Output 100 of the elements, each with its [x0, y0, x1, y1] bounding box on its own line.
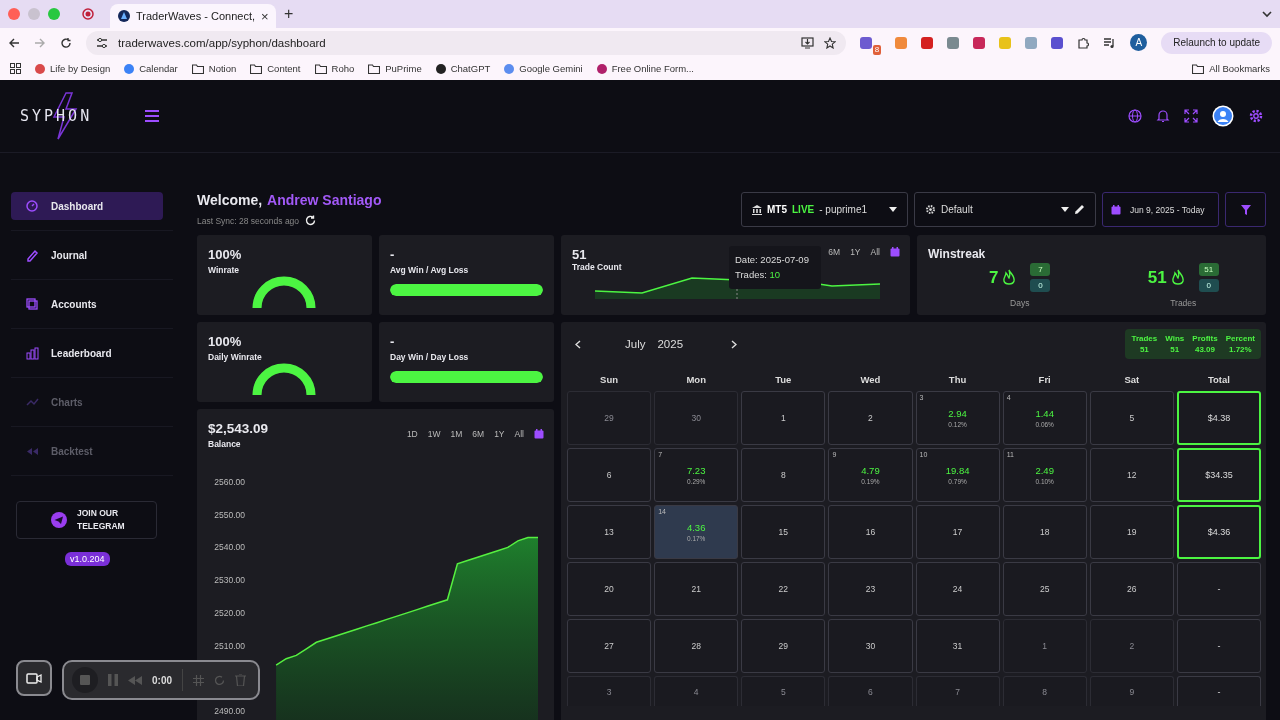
browser-tab[interactable]: TraderWaves - Connect, ×	[110, 4, 276, 28]
sidebar-item[interactable]: Accounts	[11, 290, 163, 318]
day-cell[interactable]: 3	[567, 676, 652, 706]
bookmark-link[interactable]: Free Online Form...	[596, 63, 694, 74]
day-cell[interactable]: 31	[915, 619, 1000, 673]
day-cell[interactable]: 21	[654, 562, 739, 616]
extension-icon[interactable]	[859, 36, 872, 49]
day-cell[interactable]: 6	[567, 448, 652, 502]
bookmark-link[interactable]: Notion	[191, 63, 237, 74]
bookmark-link[interactable]: PuPrime	[368, 63, 422, 74]
day-cell[interactable]: 5	[1089, 391, 1174, 445]
day-cell[interactable]: 20	[567, 562, 652, 616]
day-cell[interactable]: 8	[1002, 676, 1087, 706]
fullscreen-icon[interactable]	[1184, 109, 1198, 123]
day-cell[interactable]: 9	[1089, 676, 1174, 706]
day-cell[interactable]: 12	[1089, 448, 1174, 502]
day-cell[interactable]: 29	[741, 619, 826, 673]
refresh-icon[interactable]	[305, 215, 317, 226]
range-button[interactable]: 1D	[406, 429, 418, 439]
pencil-icon[interactable]	[1074, 204, 1085, 215]
tune-icon[interactable]	[96, 36, 108, 49]
settings-icon[interactable]	[1248, 108, 1264, 124]
day-profit: 4.79	[861, 465, 880, 476]
record-icon[interactable]	[82, 8, 94, 20]
day-cell[interactable]: 17	[915, 505, 1000, 559]
day-cell[interactable]: 23	[828, 562, 913, 616]
new-tab-button[interactable]: +	[284, 5, 294, 23]
day-cell[interactable]: 15	[741, 505, 826, 559]
calendar-icon[interactable]	[1111, 204, 1121, 215]
back-icon[interactable]	[8, 36, 20, 49]
bookmark-link[interactable]: Roho	[314, 63, 355, 74]
account-select[interactable]: MT5 LIVE - puprime1	[741, 192, 908, 227]
day-cell[interactable]: 6	[828, 676, 913, 706]
relaunch-button[interactable]: Relaunch to update	[1161, 31, 1272, 54]
bookmark-link[interactable]: Google Gemini	[504, 63, 583, 74]
range-button[interactable]: 1Y	[850, 247, 861, 257]
stat-label: Day Win / Day Loss	[390, 352, 469, 362]
day-cell[interactable]: 5	[741, 676, 826, 706]
media-icon[interactable]	[1103, 36, 1117, 49]
sidebar-item[interactable]: Leaderboard	[11, 339, 163, 367]
day-cell[interactable]: 8	[741, 448, 826, 502]
day-cell[interactable]: 2	[1089, 619, 1174, 673]
filter-button[interactable]	[1225, 192, 1266, 227]
day-cell[interactable]: 19	[1089, 505, 1174, 559]
day-cell[interactable]: 1	[741, 391, 826, 445]
calendar-icon[interactable]	[890, 247, 900, 257]
day-cell[interactable]: 25	[1002, 562, 1087, 616]
extension-icon[interactable]	[1051, 36, 1064, 49]
range-button[interactable]: 1M	[450, 429, 463, 439]
day-cell[interactable]: 4	[654, 676, 739, 706]
bookmark-link[interactable]: ChatGPT	[435, 63, 491, 74]
calendar-icon[interactable]	[534, 429, 544, 439]
day-cell[interactable]: 29	[567, 391, 652, 445]
extension-icon[interactable]	[921, 36, 934, 49]
range-button[interactable]: 1Y	[494, 429, 505, 439]
apps-grid-icon[interactable]	[10, 63, 21, 74]
profile-avatar[interactable]: A	[1130, 34, 1148, 51]
day-cell[interactable]: 13	[567, 505, 652, 559]
day-cell[interactable]: 7	[915, 676, 1000, 706]
day-cell[interactable]: 18	[1002, 505, 1087, 559]
extension-icon[interactable]	[947, 36, 960, 49]
chevron-down-icon[interactable]	[1262, 10, 1272, 18]
range-button[interactable]: All	[514, 429, 524, 439]
day-cell[interactable]: 26	[1089, 562, 1174, 616]
menu-icon[interactable]	[144, 109, 160, 123]
date-range-picker[interactable]: Jun 9, 2025 - Today	[1102, 192, 1219, 227]
telegram-button[interactable]: JOIN OUR TELEGRAM	[16, 501, 157, 539]
day-cell[interactable]: 30	[654, 391, 739, 445]
day-cell[interactable]: 22	[741, 562, 826, 616]
extension-icon[interactable]	[973, 36, 986, 49]
sidebar-item[interactable]: Dashboard	[11, 192, 163, 220]
bookmark-link[interactable]: Content	[250, 63, 301, 74]
address-bar[interactable]: traderwaves.com/app/syphon/dashboard	[86, 30, 846, 55]
range-button[interactable]: 6M	[472, 429, 485, 439]
day-cell[interactable]: 1	[1002, 619, 1087, 673]
day-cell[interactable]: 2	[828, 391, 913, 445]
install-icon[interactable]	[800, 36, 814, 49]
day-cell[interactable]: 28	[654, 619, 739, 673]
range-button[interactable]: 6M	[828, 247, 841, 257]
bookmark-link[interactable]: Calendar	[124, 63, 178, 74]
layout-select[interactable]: Default	[914, 192, 1096, 227]
camera-button[interactable]	[16, 660, 52, 696]
user-avatar-icon[interactable]	[1212, 105, 1234, 127]
all-bookmarks-link[interactable]: All Bookmarks	[1192, 63, 1270, 74]
day-cell[interactable]: 27	[567, 619, 652, 673]
restart-button[interactable]	[214, 674, 225, 686]
reload-icon[interactable]	[60, 36, 72, 49]
day-cell[interactable]: 24	[915, 562, 1000, 616]
day-cell[interactable]: 30	[828, 619, 913, 673]
sidebar-item[interactable]: Journal	[11, 241, 163, 269]
bookmark-link[interactable]: Life by Design	[35, 63, 111, 74]
close-tab-button[interactable]: ×	[261, 8, 269, 24]
star-icon[interactable]	[823, 36, 836, 49]
day-cell[interactable]: 16	[828, 505, 913, 559]
bell-icon[interactable]	[1156, 109, 1170, 123]
day-number: 6	[606, 470, 612, 480]
range-button[interactable]: 1W	[427, 429, 441, 439]
globe-icon[interactable]	[1128, 109, 1142, 123]
range-button[interactable]: All	[870, 247, 880, 257]
puzzle-icon[interactable]	[1077, 36, 1090, 49]
